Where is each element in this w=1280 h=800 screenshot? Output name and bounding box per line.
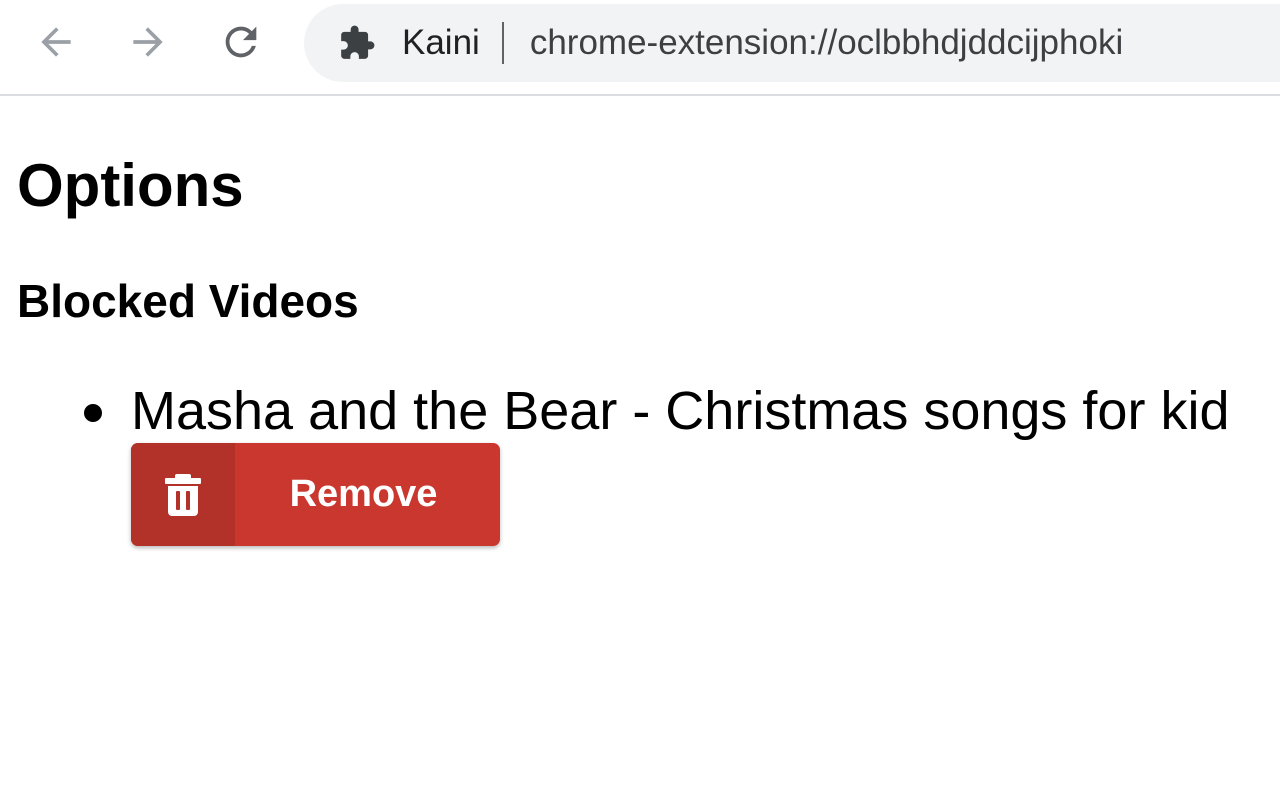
bullet (84, 404, 102, 422)
remove-icon-box (131, 443, 235, 546)
section-title: Blocked Videos (17, 275, 359, 327)
extension-name: Kaini (402, 23, 480, 62)
back-button[interactable] (28, 14, 84, 70)
video-title: Masha and the Bear - Christmas songs for… (131, 381, 1230, 441)
options-page: Options Blocked Videos Masha and the Bea… (0, 98, 1280, 800)
forward-button[interactable] (120, 14, 176, 70)
address-bar[interactable]: Kaini chrome-extension://oclbbhdjddcijph… (304, 4, 1280, 82)
arrow-left-icon (41, 27, 71, 57)
url-text[interactable]: chrome-extension://oclbbhdjddcijphoki (530, 23, 1123, 63)
address-divider (501, 22, 504, 64)
reload-button[interactable] (213, 14, 269, 70)
remove-button-label: Remove (289, 473, 438, 515)
remove-button[interactable]: Remove (131, 443, 500, 546)
puzzle-piece-icon (341, 25, 375, 59)
browser-toolbar: Kaini chrome-extension://oclbbhdjddcijph… (0, 0, 1280, 96)
arrow-right-icon (133, 27, 163, 57)
page-title: Options (17, 152, 244, 219)
trash-icon (165, 473, 201, 516)
reload-icon (225, 26, 257, 58)
blocked-videos-list: Masha and the Bear - Christmas songs for… (0, 374, 1280, 554)
list-item: Masha and the Bear - Christmas songs for… (0, 374, 1280, 554)
site-info-button[interactable] (338, 24, 376, 62)
